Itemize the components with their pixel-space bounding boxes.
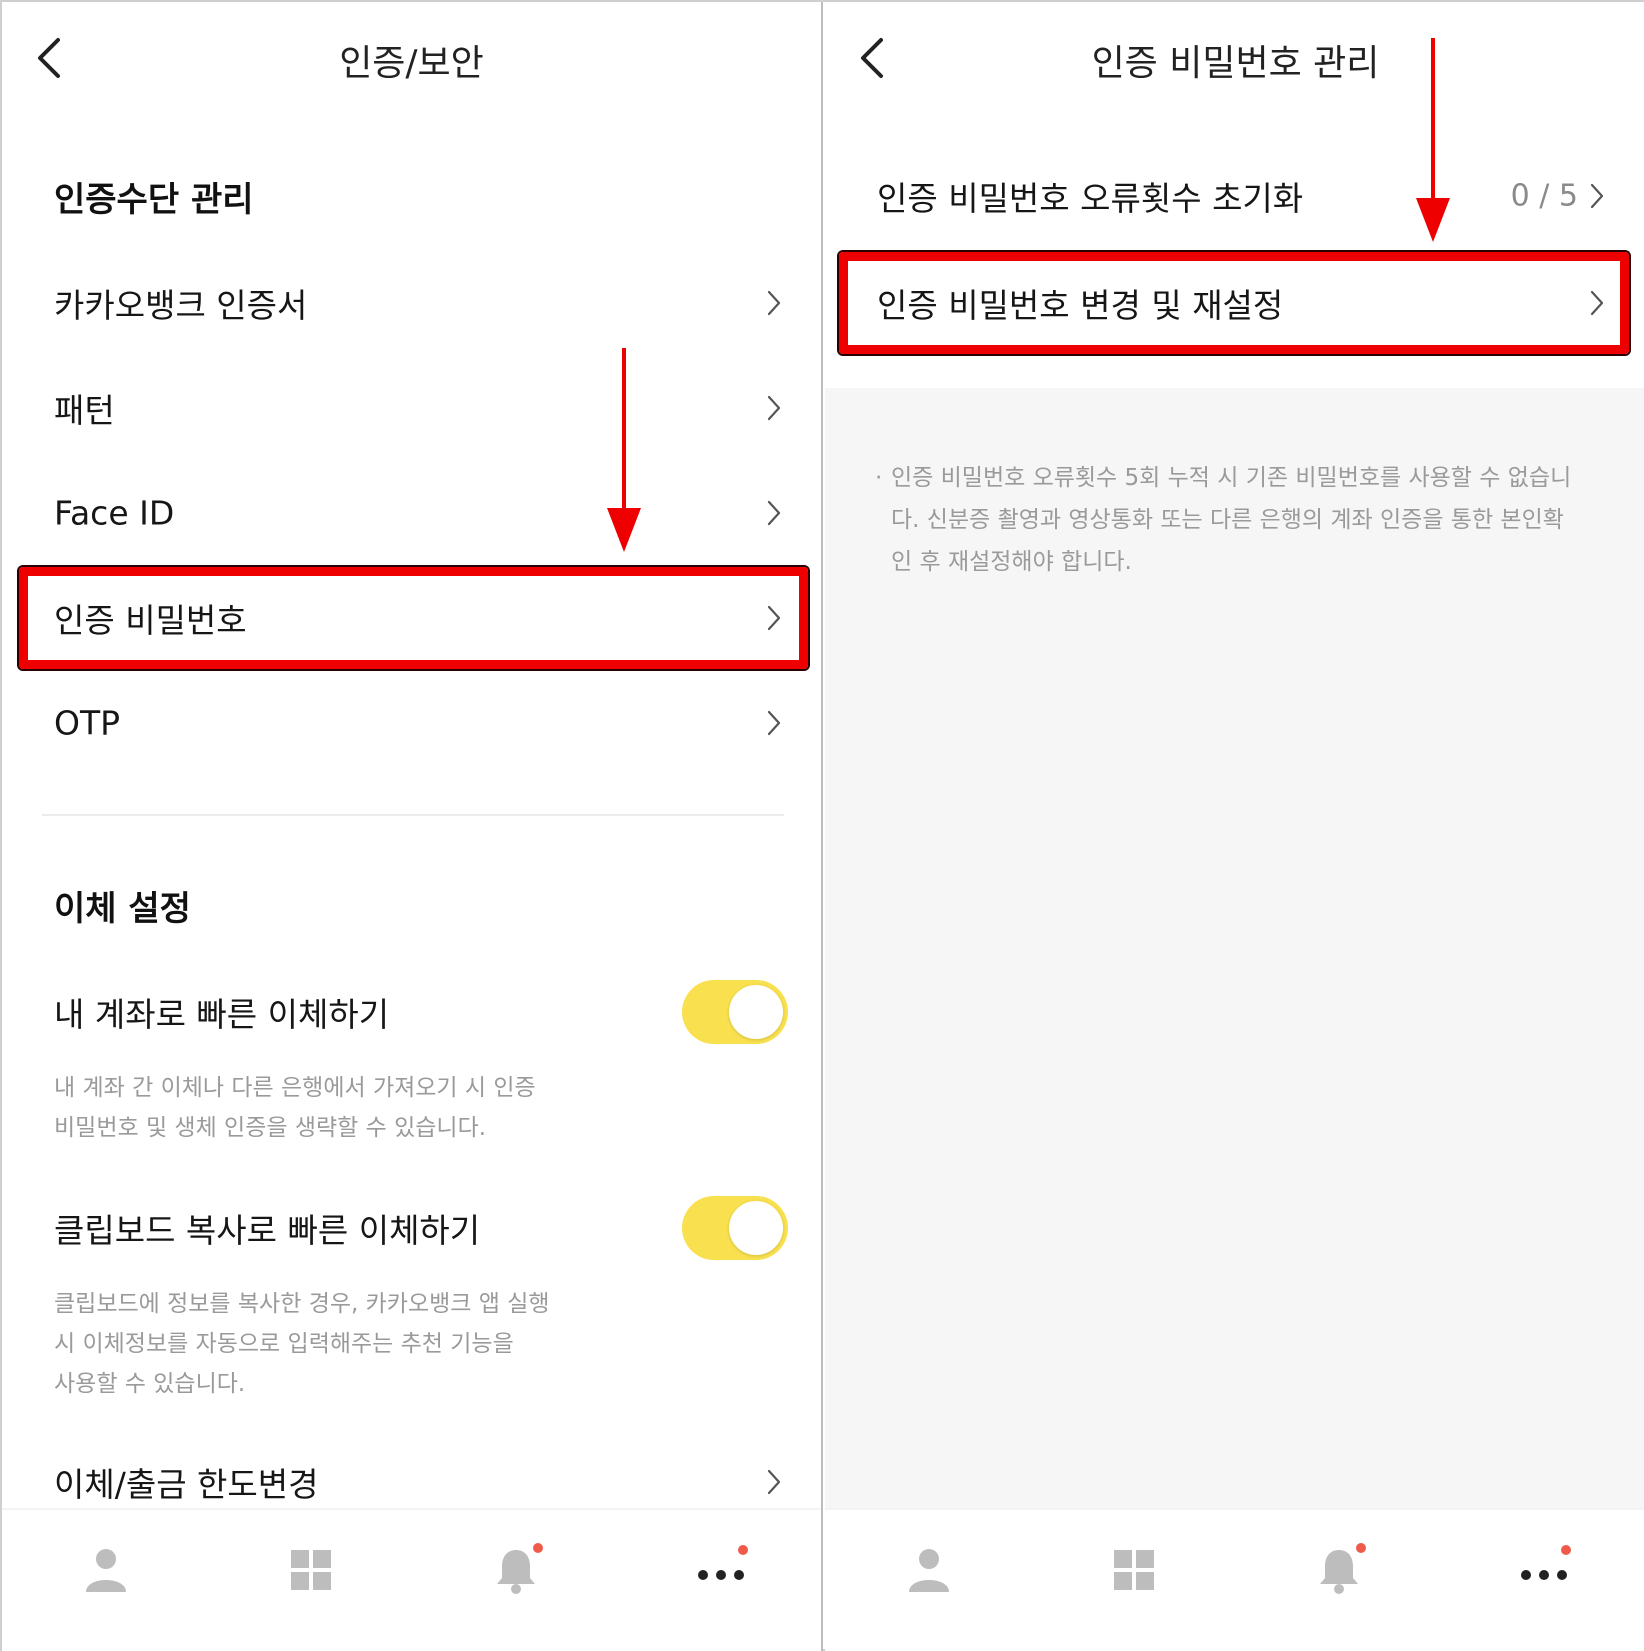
description-line: 사용할 수 있습니다.	[54, 1371, 246, 1397]
menu-item-label: Face ID	[54, 493, 175, 533]
tab-menu[interactable]	[281, 1540, 341, 1600]
description-line: 시 이체정보를 자동으로 입력해주는 추천 기능을	[54, 1331, 514, 1357]
toggle-knob	[729, 1201, 783, 1255]
notice-line: 인 후 재설정해야 합니다.	[891, 549, 1132, 575]
page-title: 인증 비밀번호 관리	[1091, 43, 1380, 84]
section-title-auth: 인증수단 관리	[54, 180, 254, 220]
security-settings-screen: 인증/보안 인증수단 관리 카카오뱅크 인증서 패턴 Face ID 인증 비밀…	[2, 2, 823, 1651]
chevron-right-icon	[767, 1469, 781, 1495]
auth-password-management-screen: 인증 비밀번호 관리 인증 비밀번호 오류횟수 초기화 0 / 5 인증 비밀번…	[825, 2, 1644, 1651]
chevron-right-icon	[1590, 290, 1604, 316]
bell-icon	[497, 1543, 543, 1594]
tab-more[interactable]	[1514, 1540, 1574, 1600]
error-count-value: 0 / 5	[1510, 178, 1578, 214]
grid-icon	[291, 1550, 331, 1590]
menu-item-change-reset-password[interactable]: 인증 비밀번호 변경 및 재설정	[825, 255, 1644, 351]
chevron-right-icon	[767, 710, 781, 736]
header: 인증/보안	[2, 2, 821, 112]
tab-notifications[interactable]	[486, 1540, 546, 1600]
bell-icon	[1320, 1543, 1366, 1594]
section-title-transfer: 이체 설정	[54, 889, 191, 929]
description-line: 내 계좌 간 이체나 다른 은행에서 가져오기 시 인증	[54, 1075, 536, 1101]
menu-item-label: 인증 비밀번호 오류횟수 초기화	[877, 179, 1304, 218]
menu-item-otp[interactable]: OTP	[2, 675, 821, 771]
notice-text: · 인증 비밀번호 오류횟수 5회 누적 시 기존 비밀번호를 사용할 수 없습…	[875, 457, 1605, 583]
chevron-right-icon	[767, 605, 781, 631]
chevron-right-icon	[767, 500, 781, 526]
menu-item-label: 카카오뱅크 인증서	[54, 286, 308, 325]
menu-item-pattern[interactable]: 패턴	[2, 360, 821, 456]
tab-profile[interactable]	[76, 1540, 136, 1600]
menu-item-reset-error-count[interactable]: 인증 비밀번호 오류횟수 초기화 0 / 5	[825, 148, 1644, 244]
notice-line: 인증 비밀번호 오류횟수 5회 누적 시 기존 비밀번호를 사용할 수 없습니	[891, 465, 1572, 491]
menu-item-label: OTP	[54, 703, 121, 743]
tab-profile[interactable]	[899, 1540, 959, 1600]
tab-more[interactable]	[691, 1540, 751, 1600]
grid-icon	[1114, 1550, 1154, 1590]
bullet: ·	[875, 465, 883, 491]
bottom-tab-bar	[2, 1508, 821, 1651]
setting-label: 내 계좌로 빠른 이체하기	[54, 995, 390, 1034]
chevron-right-icon	[767, 290, 781, 316]
person-icon	[909, 1549, 949, 1592]
screenshot-frame: 인증/보안 인증수단 관리 카카오뱅크 인증서 패턴 Face ID 인증 비밀…	[0, 0, 1644, 1651]
tab-menu[interactable]	[1104, 1540, 1164, 1600]
more-icon	[1521, 1545, 1571, 1580]
quick-transfer-own-toggle[interactable]	[682, 980, 788, 1044]
notice-line: 다. 신분증 촬영과 영상통화 또는 다른 은행의 계좌 인증을 통한 본인확	[891, 507, 1564, 533]
chevron-right-icon	[767, 395, 781, 421]
bottom-tab-bar	[825, 1508, 1644, 1651]
menu-item-label: 인증 비밀번호 변경 및 재설정	[877, 286, 1284, 325]
more-icon	[698, 1545, 748, 1580]
description-line: 비밀번호 및 생체 인증을 생략할 수 있습니다.	[54, 1115, 487, 1141]
chevron-right-icon	[1590, 183, 1604, 209]
page-title: 인증/보안	[339, 43, 484, 84]
header: 인증 비밀번호 관리	[825, 2, 1644, 112]
menu-item-label: 이체/출금 한도변경	[54, 1465, 319, 1504]
quick-transfer-clipboard-description: 클립보드에 정보를 복사한 경우, 카카오뱅크 앱 실행 시 이체정보를 자동으…	[54, 1284, 594, 1404]
menu-item-label: 패턴	[54, 391, 115, 430]
setting-label: 클립보드 복사로 빠른 이체하기	[54, 1211, 481, 1250]
menu-item-face-id[interactable]: Face ID	[2, 465, 821, 561]
menu-item-label: 인증 비밀번호	[54, 601, 247, 640]
person-icon	[86, 1549, 126, 1592]
menu-item-kakaobank-certificate[interactable]: 카카오뱅크 인증서	[2, 255, 821, 351]
quick-transfer-clipboard-toggle[interactable]	[682, 1196, 788, 1260]
menu-item-auth-password[interactable]: 인증 비밀번호	[2, 570, 821, 666]
tab-notifications[interactable]	[1309, 1540, 1369, 1600]
section-divider	[42, 814, 784, 816]
quick-transfer-own-description: 내 계좌 간 이체나 다른 은행에서 가져오기 시 인증 비밀번호 및 생체 인…	[54, 1068, 574, 1148]
description-line: 클립보드에 정보를 복사한 경우, 카카오뱅크 앱 실행	[54, 1291, 550, 1317]
toggle-knob	[729, 985, 783, 1039]
